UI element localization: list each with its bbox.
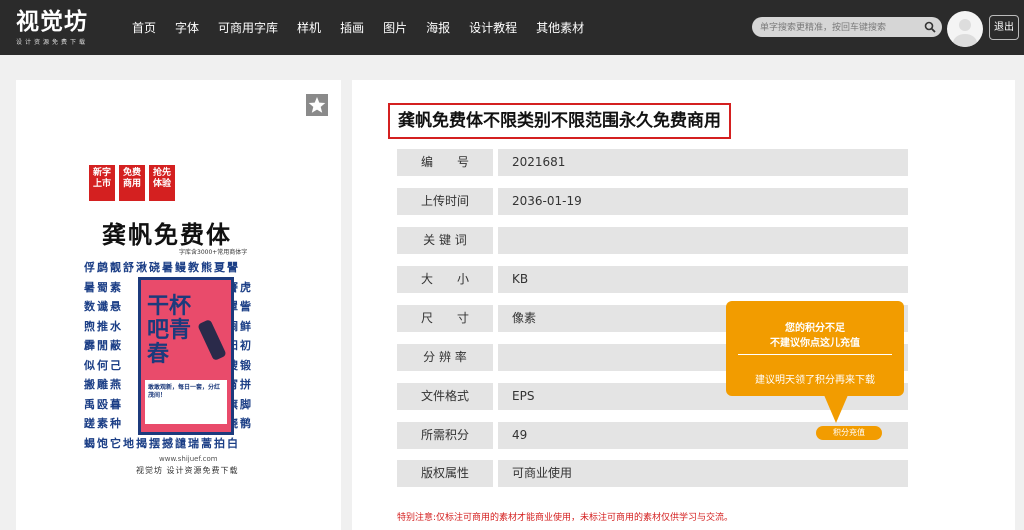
- favorite-button[interactable]: [306, 94, 328, 116]
- tooltip-divider: [738, 354, 892, 355]
- recharge-points-button[interactable]: 积分充值: [816, 426, 882, 440]
- info-label: 大 小: [397, 266, 493, 293]
- detail-panel: 龚帆免费体不限类别不限范围永久免费商用 编 号 2021681 上传时间 203…: [352, 80, 1015, 530]
- top-header: 视觉坊 设计资源免费下载 首页 字体 可商用字库 样机 插画 图片 海报 设计教…: [0, 0, 1024, 55]
- badge-free: 免费 商用: [119, 165, 145, 201]
- poster-title: 龚帆免费体: [102, 220, 232, 249]
- info-label: 所需积分: [397, 422, 493, 449]
- main-nav: 首页 字体 可商用字库 样机 插画 图片 海报 设计教程 其他素材: [132, 0, 603, 55]
- nav-item-mockups[interactable]: 样机: [297, 19, 321, 36]
- inner-poster-banner: 敢敢观新，每日一套，分红茂间！: [145, 380, 227, 424]
- info-row-keywords: 关 键 词: [397, 227, 908, 254]
- inner-poster-banner-text: 敢敢观新，每日一套，分红茂间！: [148, 384, 221, 399]
- info-label: 版权属性: [397, 460, 493, 487]
- poster-footer: 视觉坊 设计资源免费下载: [136, 466, 239, 475]
- nav-item-posters[interactable]: 海报: [426, 19, 450, 36]
- nav-item-fonts[interactable]: 字体: [175, 19, 199, 36]
- info-value: KB: [498, 266, 908, 293]
- info-row-license: 版权属性 可商业使用: [397, 460, 908, 487]
- nav-item-images[interactable]: 图片: [383, 19, 407, 36]
- star-icon: [308, 97, 326, 113]
- preview-panel: 新字 上市 免费 商用 抢先 体验 龚帆免费体 字库含3000+常用商体字 俘鹧…: [16, 80, 341, 530]
- search-box: [752, 17, 942, 37]
- info-label: 上传时间: [397, 188, 493, 215]
- avatar-icon: [953, 19, 977, 47]
- nav-item-tutorials[interactable]: 设计教程: [469, 19, 517, 36]
- points-tooltip: 您的积分不足 不建议你点这儿充值 建议明天领了积分再来下载: [726, 301, 904, 396]
- info-row-upload-time: 上传时间 2036-01-19: [397, 188, 908, 215]
- tooltip-advice: 建议明天领了积分再来下载: [755, 375, 875, 386]
- search-input[interactable]: [760, 17, 920, 37]
- avatar[interactable]: [947, 11, 983, 47]
- badge-new: 新字 上市: [89, 165, 115, 201]
- info-value: [498, 227, 908, 254]
- preview-image: 新字 上市 免费 商用 抢先 体验 龚帆免费体 字库含3000+常用商体字 俘鹧…: [84, 165, 284, 485]
- info-label: 编 号: [397, 149, 493, 176]
- inner-poster-headline: 干杯吧青春: [147, 293, 192, 367]
- resource-title-box: 龚帆免费体不限类别不限范围永久免费商用: [388, 103, 731, 139]
- info-value: 2036-01-19: [498, 188, 908, 215]
- nav-item-commercial-fonts[interactable]: 可商用字库: [218, 19, 278, 36]
- poster-badges: 新字 上市 免费 商用 抢先 体验: [89, 165, 179, 201]
- info-row-id: 编 号 2021681: [397, 149, 908, 176]
- logo-subtitle: 设计资源免费下载: [16, 39, 89, 46]
- site-logo[interactable]: 视觉坊 设计资源免费下载: [16, 8, 108, 50]
- poster-subtitle: 字库含3000+常用商体字: [179, 249, 248, 256]
- logout-button[interactable]: 退出: [989, 15, 1019, 40]
- info-row-size: 大 小 KB: [397, 266, 908, 293]
- nav-item-other[interactable]: 其他素材: [536, 19, 584, 36]
- glyph-row: 俘鹧靓舒湫硗暑鳗教熊夏譻: [84, 261, 240, 274]
- glyph-row: 蝎饱它地揭摆撼譴瑞蒿拍白: [84, 436, 240, 450]
- tooltip-title: 您的积分不足: [785, 323, 845, 334]
- info-label: 分 辨 率: [397, 344, 493, 371]
- nav-item-home[interactable]: 首页: [132, 19, 156, 36]
- resource-title: 龚帆免费体不限类别不限范围永久免费商用: [398, 111, 721, 131]
- tooltip-subtitle: 不建议你点这儿充值: [770, 338, 860, 349]
- license-note: 特别注意:仅标注可商用的素材才能商业使用，未标注可商用的素材仅供学习与交流。: [397, 513, 734, 523]
- info-value: 可商业使用: [498, 460, 908, 487]
- inner-poster: 干杯吧青春 敢敢观新，每日一套，分红茂间！: [138, 277, 234, 435]
- info-label: 尺 寸: [397, 305, 493, 332]
- info-label: 文件格式: [397, 383, 493, 410]
- info-value: 2021681: [498, 149, 908, 176]
- nav-item-illustrations[interactable]: 插画: [340, 19, 364, 36]
- info-label: 关 键 词: [397, 227, 493, 254]
- poster-url: www.shijuef.com: [159, 455, 218, 463]
- tooltip-pointer: [824, 395, 848, 423]
- logo-text: 视觉坊: [16, 8, 88, 35]
- badge-first: 抢先 体验: [149, 165, 175, 201]
- search-icon[interactable]: [924, 21, 936, 33]
